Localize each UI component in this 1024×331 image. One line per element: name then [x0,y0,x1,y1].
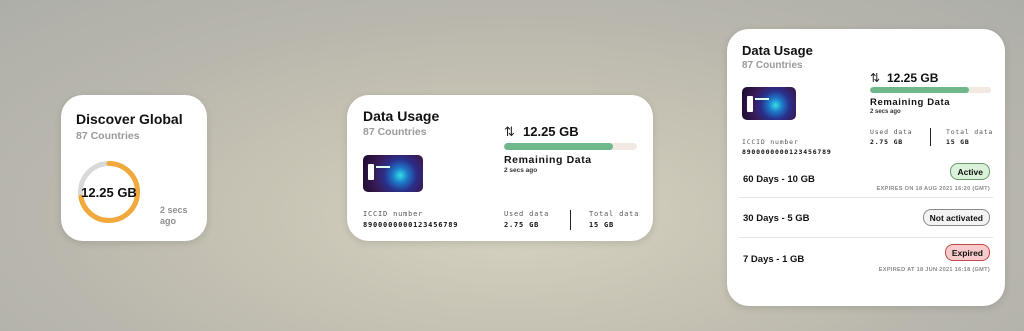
plan-name: 7 Days - 1 GB [743,254,805,265]
iccid-value: 8900000000123456789 [363,221,459,229]
divider [930,128,931,146]
data-usage-widget-large[interactable]: Data Usage 87 Countries ⇅ 12.25 GB Remai… [727,29,1005,306]
remaining-label: Remaining Data [504,154,592,166]
updated-time: 2 secs ago [160,205,188,226]
remaining-progress-bar [870,87,991,93]
iccid-label: ICCID number [363,210,424,218]
divider [739,237,993,238]
esim-card-icon [742,87,796,120]
discover-global-widget[interactable]: Discover Global 87 Countries 12.25 GB 2 … [61,95,207,241]
remaining-progress-fill [870,87,970,93]
remaining-value: 12.25 GB [523,124,579,139]
countries-count: 87 Countries [742,60,803,71]
used-data-value: 2.75 GB [870,138,903,146]
countries-count: 87 Countries [76,130,140,142]
remaining-value: 12.25 GB [887,71,939,85]
total-data-label: Total data [946,128,994,136]
remaining-label: Remaining Data [870,97,951,108]
usage-value: 12.25 GB [81,184,137,200]
plan-expiry-note: EXPIRES ON 18 AUG 2021 16:20 (GMT) [876,186,990,192]
countries-count: 87 Countries [363,126,427,138]
iccid-label: ICCID number [742,138,799,146]
widget-title: Data Usage [363,108,440,124]
status-badge-not-activated: Not activated [922,209,990,226]
updated-time: 2 secs ago [504,167,538,174]
status-badge-active: Active [950,163,990,180]
total-data-value: 15 GB [946,138,970,146]
updated-time: 2 secs ago [870,109,901,115]
status-badge-expired: Expired [944,244,990,261]
total-data-label: Total data [589,210,640,218]
iccid-value: 8900000000123456789 [742,148,832,156]
remaining-progress-fill [504,143,614,150]
divider [570,210,571,230]
remaining-progress-bar [504,143,637,150]
used-data-label: Used data [504,210,550,218]
total-data-value: 15 GB [589,221,615,229]
plan-name: 30 Days - 5 GB [743,213,810,224]
widget-title: Data Usage [742,43,813,58]
plan-name: 60 Days - 10 GB [743,174,815,185]
divider [739,197,993,198]
plan-expiry-note: EXPIRED AT 18 JUN 2021 16:18 (GMT) [878,267,990,273]
up-down-arrows-icon: ⇅ [504,124,515,139]
data-usage-widget-medium[interactable]: Data Usage 87 Countries ⇅ 12.25 GB Remai… [347,95,653,241]
esim-card-icon [363,155,423,192]
used-data-value: 2.75 GB [504,221,540,229]
widget-title: Discover Global [76,111,183,127]
up-down-arrows-icon: ⇅ [870,71,881,85]
used-data-label: Used data [870,128,913,136]
